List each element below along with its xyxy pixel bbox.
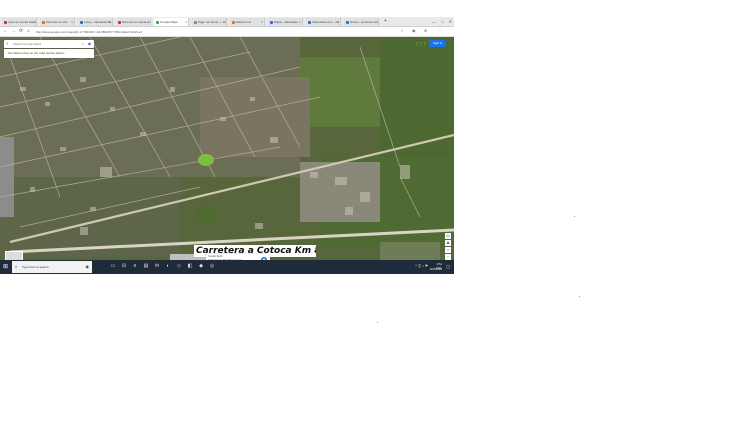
browser-tab[interactable]: Page not found — tu × bbox=[192, 18, 227, 26]
map-search-input[interactable] bbox=[13, 41, 73, 47]
tab-favicon-icon bbox=[155, 20, 159, 24]
taskbar-app-icon[interactable]: ◎ bbox=[209, 263, 215, 269]
taskbar-app-icon[interactable]: ◇ bbox=[176, 263, 182, 269]
stray-dot bbox=[377, 322, 378, 323]
browser-tab[interactable]: Santa Cruz × bbox=[230, 18, 265, 26]
tab-label: Page not found — tu bbox=[198, 20, 226, 24]
browser-menu-icon[interactable]: ⋮ bbox=[438, 29, 442, 33]
hamburger-menu-icon[interactable]: ≡ bbox=[6, 40, 8, 48]
windows-taskbar: ⊞ ⌕ Type here to search ◉ ▭ ⊟ e ▤ ✉ ◐ ◇ ◧ ◆ ◎ ^ ◫… bbox=[0, 260, 454, 274]
tab-favicon-icon bbox=[231, 20, 235, 24]
place-card-line-1: Google Earth bbox=[208, 255, 223, 258]
tab-favicon-icon bbox=[269, 20, 273, 24]
back-icon[interactable]: ← bbox=[3, 27, 8, 36]
url-field[interactable]: http://www.google.com/maps/@-17.7831047,… bbox=[36, 29, 396, 35]
taskbar-app-icon[interactable]: ◧ bbox=[187, 263, 193, 269]
zoom-in-button[interactable]: + bbox=[445, 247, 451, 253]
browser-tab[interactable]: Terrenos en Ven × bbox=[40, 18, 75, 26]
maximize-icon[interactable]: □ bbox=[441, 19, 443, 24]
taskbar-search-box[interactable]: ⌕ Type here to search ◉ bbox=[12, 261, 92, 273]
compass-icon[interactable]: ◎ bbox=[445, 233, 451, 239]
taskbar-app-icon[interactable]: e bbox=[132, 263, 138, 269]
sign-in-button[interactable]: Sign in bbox=[429, 40, 446, 47]
taskbar-app-icon[interactable]: ▤ bbox=[143, 263, 149, 269]
extension-icon-2[interactable]: ⊕ bbox=[424, 29, 428, 33]
new-tab-icon[interactable]: + bbox=[384, 17, 387, 26]
search-suggestion[interactable]: Get Street View on the road nearby place… bbox=[4, 49, 94, 58]
bookmark-star-icon[interactable]: ☆ bbox=[400, 29, 404, 33]
tab-label: Google Maps bbox=[160, 20, 178, 24]
tab-label: Terrenos en Ven bbox=[46, 20, 68, 24]
reload-icon[interactable]: ⟳ bbox=[19, 27, 23, 36]
tab-close-icon[interactable]: × bbox=[375, 18, 377, 26]
windows-start-icon[interactable]: ⊞ bbox=[3, 263, 8, 271]
tab-favicon-icon bbox=[345, 20, 349, 24]
tab-label: Ultracasas.com - Ca bbox=[312, 20, 340, 24]
browser-tab[interactable]: Mapa - ultracasas × bbox=[268, 18, 303, 26]
tab-favicon-icon bbox=[41, 20, 45, 24]
browser-tab[interactable]: Terrenos en Venta en S × bbox=[116, 18, 151, 26]
pegman-icon[interactable]: ♟ bbox=[445, 240, 451, 246]
browser-tab[interactable]: Google Maps × bbox=[154, 18, 189, 26]
window-controls: — □ ✕ bbox=[427, 17, 452, 26]
notification-icon[interactable]: ▢ bbox=[446, 264, 450, 269]
tab-label: Nuevo - Anuncios en bbox=[350, 20, 378, 24]
search-icon[interactable]: ⌕ bbox=[82, 40, 84, 48]
stray-dot bbox=[579, 296, 580, 297]
taskbar-search-placeholder: Type here to search bbox=[22, 265, 49, 269]
tab-close-icon[interactable]: × bbox=[185, 18, 187, 26]
tab-favicon-icon bbox=[79, 20, 83, 24]
browser-address-bar: ← → ⟳ ⌂ http://www.google.com/maps/@-17.… bbox=[0, 27, 454, 37]
google-apps-icon[interactable]: ⋮⋮⋮ bbox=[415, 41, 427, 46]
minimize-icon[interactable]: — bbox=[432, 19, 436, 24]
tab-favicon-icon bbox=[307, 20, 311, 24]
map-search-box: ≡ ⌕ ◆ bbox=[4, 40, 94, 48]
tab-close-icon[interactable]: × bbox=[337, 18, 339, 26]
clock-date[interactable]: 11/5/2018 bbox=[430, 267, 442, 271]
directions-icon[interactable]: ◆ bbox=[88, 40, 91, 48]
tab-close-icon[interactable]: × bbox=[71, 18, 73, 26]
tab-label: Lotes - Infocasas Bo bbox=[84, 20, 112, 24]
taskbar-app-icon[interactable]: ⊟ bbox=[121, 263, 127, 269]
taskbar-app-icon[interactable]: ◆ bbox=[198, 263, 204, 269]
tab-favicon-icon bbox=[117, 20, 121, 24]
stray-dot bbox=[574, 216, 575, 217]
microphone-icon[interactable]: ◉ bbox=[86, 261, 90, 273]
taskbar-app-icon[interactable]: ◐ bbox=[165, 263, 171, 269]
browser-tab[interactable]: Nuevo - Anuncios en × bbox=[344, 18, 379, 26]
tab-favicon-icon bbox=[193, 20, 197, 24]
home-icon[interactable]: ⌂ bbox=[27, 27, 30, 36]
tab-close-icon[interactable]: × bbox=[261, 18, 263, 26]
taskbar-app-icon[interactable]: ✉ bbox=[154, 263, 160, 269]
satellite-imagery bbox=[0, 37, 454, 274]
extension-icon[interactable]: ◉ bbox=[412, 29, 416, 33]
tab-label: Santa Cruz bbox=[236, 20, 252, 24]
browser-tab[interactable]: Lotes en Venta Santa × bbox=[2, 18, 37, 26]
tab-favicon-icon bbox=[3, 20, 7, 24]
tab-close-icon[interactable]: × bbox=[147, 18, 149, 26]
close-icon[interactable]: ✕ bbox=[449, 19, 452, 24]
tray-icons[interactable]: ^ ◫ ♪ ⚑ bbox=[415, 264, 428, 268]
browser-tab[interactable]: Lotes - Infocasas Bo × bbox=[78, 18, 113, 26]
search-icon: ⌕ bbox=[15, 264, 18, 269]
tab-label: Mapa - ultracasas bbox=[274, 20, 298, 24]
tab-close-icon[interactable]: × bbox=[109, 18, 111, 26]
tab-close-icon[interactable]: × bbox=[223, 18, 225, 26]
taskbar-app-icon[interactable]: ▭ bbox=[110, 263, 116, 269]
tab-close-icon[interactable]: × bbox=[33, 18, 35, 26]
browser-tab[interactable]: Ultracasas.com - Ca × bbox=[306, 18, 341, 26]
tab-close-icon[interactable]: × bbox=[299, 18, 301, 26]
browser-tab-strip: Lotes en Venta Santa × Terrenos en Ven × Lot… bbox=[0, 17, 454, 27]
forward-icon[interactable]: → bbox=[11, 27, 16, 36]
satellite-map[interactable]: ≡ ⌕ ◆ Get Street View on the road nearby… bbox=[0, 37, 454, 274]
desktop-screenshot: Lotes en Venta Santa × Terrenos en Ven × Lot… bbox=[0, 17, 454, 274]
